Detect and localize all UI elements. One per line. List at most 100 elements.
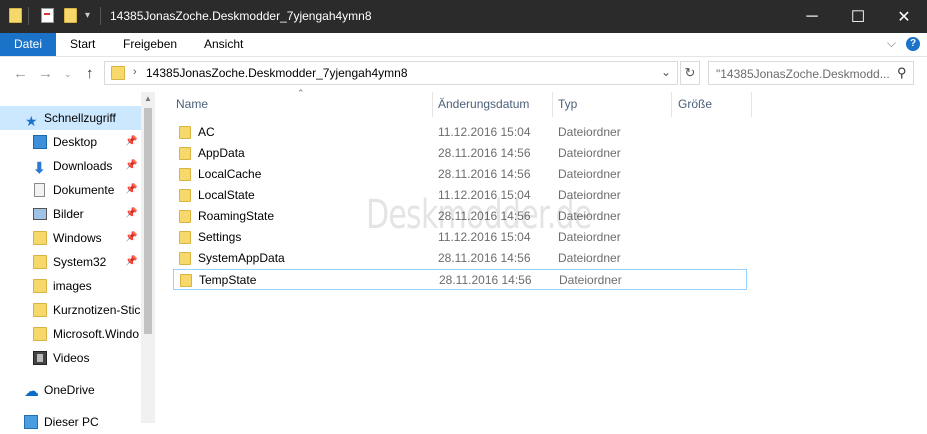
column-header-type[interactable]: Typ xyxy=(558,92,577,117)
file-name: AC xyxy=(198,125,215,139)
folder-icon xyxy=(33,279,47,293)
sidebar-item-system32[interactable]: System32 📌 xyxy=(0,250,148,274)
file-date: 28.11.2016 14:56 xyxy=(438,146,531,160)
back-arrow-icon[interactable]: ← xyxy=(13,65,28,82)
column-header-size[interactable]: Größe xyxy=(678,92,712,117)
forward-arrow-icon[interactable]: → xyxy=(38,65,53,82)
file-name: SystemAppData xyxy=(198,251,285,265)
column-divider[interactable] xyxy=(552,92,553,117)
sidebar-item-dieser-pc[interactable]: Dieser PC xyxy=(0,410,148,434)
sidebar-item-bilder[interactable]: Bilder 📌 xyxy=(0,202,148,226)
sidebar-item-label: Schnellzugriff xyxy=(44,111,116,125)
table-row[interactable]: AC 11.12.2016 15:04 Dateiordner xyxy=(173,122,747,143)
folder-icon xyxy=(179,210,191,223)
help-icon[interactable]: ? xyxy=(906,37,920,51)
sidebar-item-videos[interactable]: Videos xyxy=(0,346,148,370)
tab-freigeben[interactable]: Freigeben xyxy=(123,33,177,56)
file-type: Dateiordner xyxy=(558,167,621,181)
table-row[interactable]: AppData 28.11.2016 14:56 Dateiordner xyxy=(173,143,747,164)
sidebar-item-windows[interactable]: Windows 📌 xyxy=(0,226,148,250)
sidebar-item-images[interactable]: images xyxy=(0,274,148,298)
download-icon: ⬇ xyxy=(33,160,46,177)
folder-icon xyxy=(179,126,191,139)
file-type: Dateiordner xyxy=(559,273,622,287)
file-name: LocalCache xyxy=(198,167,262,181)
column-divider[interactable] xyxy=(671,92,672,117)
sidebar-item-label: images xyxy=(53,279,92,293)
table-row[interactable]: SystemAppData 28.11.2016 14:56 Dateiordn… xyxy=(173,248,747,269)
navigation-pane: ★ Schnellzugriff Desktop 📌 ⬇ Downloads 📌… xyxy=(0,92,155,429)
sidebar-item-kurznotizen[interactable]: Kurznotizen-Stic xyxy=(0,298,148,322)
folder-icon xyxy=(179,189,191,202)
sidebar-item-label: System32 xyxy=(53,255,107,269)
folder-icon xyxy=(33,327,47,341)
close-button[interactable]: ✕ xyxy=(881,0,927,33)
window-title: 14385JonasZoche.Deskmodder_7yjengah4ymn8 xyxy=(110,9,372,23)
file-type: Dateiordner xyxy=(558,125,621,139)
sidebar-item-label: Dieser PC xyxy=(44,415,99,429)
sidebar-item-schnellzugriff[interactable]: ★ Schnellzugriff xyxy=(0,106,148,130)
folder-icon xyxy=(179,168,191,181)
document-icon xyxy=(34,183,45,197)
pin-icon[interactable]: 📌 xyxy=(125,226,137,250)
scrollbar-thumb[interactable] xyxy=(144,108,152,334)
tab-datei[interactable]: Datei xyxy=(0,33,57,56)
pin-icon[interactable]: 📌 xyxy=(125,130,137,154)
pin-icon[interactable]: 📌 xyxy=(125,178,137,202)
desktop-icon xyxy=(33,135,47,149)
sidebar-item-microsoft-windows[interactable]: Microsoft.Windo xyxy=(0,322,148,346)
properties-icon[interactable] xyxy=(41,8,54,23)
column-header-name[interactable]: Name xyxy=(176,92,208,117)
pin-icon[interactable]: 📌 xyxy=(125,250,137,274)
ribbon-expand-icon[interactable]: ⌵ xyxy=(887,36,896,51)
breadcrumb-chevron-icon[interactable]: › xyxy=(133,66,137,78)
folder-icon xyxy=(33,303,47,317)
address-row: ← → ⌄ ↑ › 14385JonasZoche.Deskmodder_7yj… xyxy=(0,57,927,90)
file-date: 11.12.2016 15:04 xyxy=(438,125,531,139)
sidebar-item-dokumente[interactable]: Dokumente 📌 xyxy=(0,178,148,202)
file-name: TempState xyxy=(199,273,257,287)
pin-icon[interactable]: 📌 xyxy=(125,154,137,178)
search-input[interactable]: "14385JonasZoche.Deskmodd... ⚲ xyxy=(708,61,914,85)
customize-quick-access-icon[interactable]: ▾ xyxy=(85,10,90,21)
column-divider[interactable] xyxy=(751,92,752,117)
file-type: Dateiordner xyxy=(558,146,621,160)
breadcrumb-path[interactable]: 14385JonasZoche.Deskmodder_7yjengah4ymn8 xyxy=(146,66,408,80)
address-dropdown-icon[interactable]: ⌄ xyxy=(661,65,671,79)
separator xyxy=(28,7,29,25)
refresh-icon[interactable]: ↻ xyxy=(680,61,700,85)
sidebar-item-label: Videos xyxy=(53,351,90,365)
table-row[interactable]: LocalCache 28.11.2016 14:56 Dateiordner xyxy=(173,164,747,185)
search-icon[interactable]: ⚲ xyxy=(897,65,907,81)
sidebar-scrollbar[interactable]: ▲ xyxy=(141,92,155,423)
pin-icon[interactable]: 📌 xyxy=(125,202,137,226)
title-bar: ▾ 14385JonasZoche.Deskmodder_7yjengah4ym… xyxy=(0,0,927,33)
search-placeholder: "14385JonasZoche.Deskmodd... xyxy=(716,67,890,81)
tab-ansicht[interactable]: Ansicht xyxy=(204,33,243,56)
sidebar-item-label: Microsoft.Windo xyxy=(53,327,140,341)
file-name: LocalState xyxy=(198,188,255,202)
file-name: AppData xyxy=(198,146,245,160)
sidebar-item-desktop[interactable]: Desktop 📌 xyxy=(0,130,148,154)
folder-icon[interactable] xyxy=(9,8,22,23)
address-bar[interactable]: › 14385JonasZoche.Deskmodder_7yjengah4ym… xyxy=(104,61,678,85)
column-divider[interactable] xyxy=(432,92,433,117)
video-icon xyxy=(33,351,47,365)
sidebar-item-label: OneDrive xyxy=(44,383,95,397)
sidebar-item-downloads[interactable]: ⬇ Downloads 📌 xyxy=(0,154,148,178)
scroll-up-icon[interactable]: ▲ xyxy=(144,94,152,103)
column-header-date[interactable]: Änderungsdatum xyxy=(438,92,529,117)
tab-start[interactable]: Start xyxy=(70,33,95,56)
file-date: 28.11.2016 14:56 xyxy=(438,167,531,181)
sort-ascending-icon: ⌃ xyxy=(297,88,305,98)
folder-icon xyxy=(179,231,191,244)
sidebar-item-onedrive[interactable]: ☁ OneDrive xyxy=(0,378,148,402)
cloud-icon: ☁ xyxy=(24,383,39,400)
minimize-button[interactable]: ─ xyxy=(789,0,835,33)
recent-locations-icon[interactable]: ⌄ xyxy=(64,69,72,80)
maximize-button[interactable]: ☐ xyxy=(835,0,881,33)
up-arrow-icon[interactable]: ↑ xyxy=(86,65,94,82)
table-row-selected[interactable]: TempState 28.11.2016 14:56 Dateiordner xyxy=(173,269,747,290)
new-folder-icon[interactable] xyxy=(64,8,77,23)
file-date: 28.11.2016 14:56 xyxy=(439,273,532,287)
